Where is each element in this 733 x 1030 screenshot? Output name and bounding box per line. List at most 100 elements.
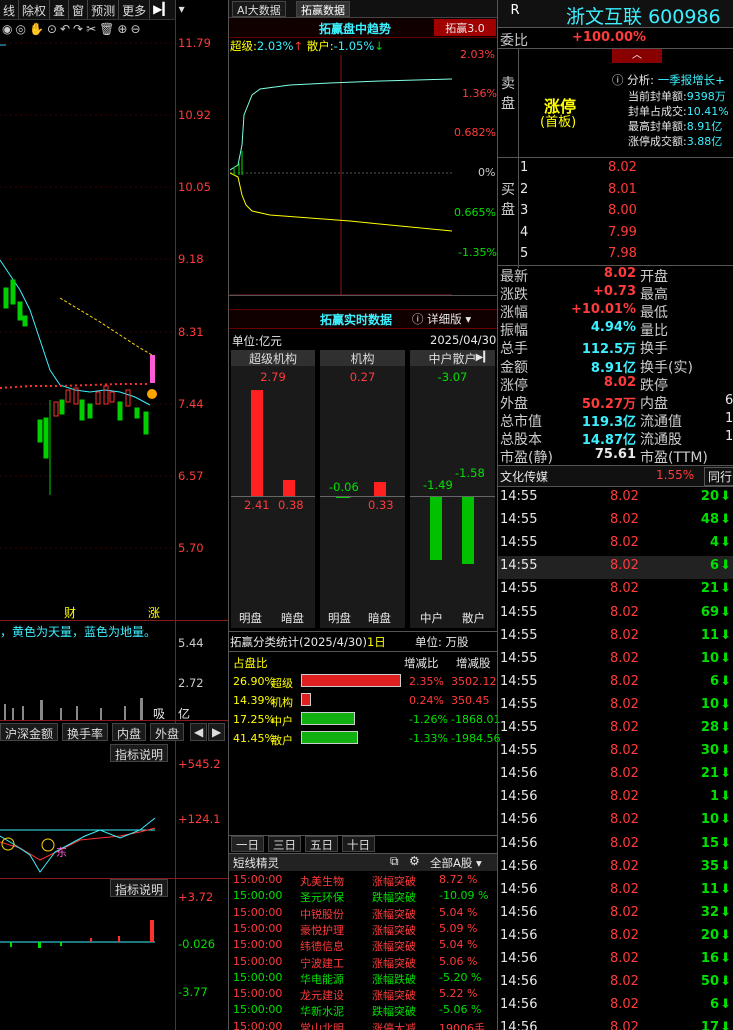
buy-label: 买盘 <box>501 182 515 218</box>
trend-chart[interactable] <box>230 55 452 295</box>
tab-5day[interactable]: 五日 <box>305 836 338 852</box>
toolbar-item-window[interactable]: 窗 <box>69 0 89 19</box>
tick-row[interactable]: 14:55 8.02 6 ⬇ <box>498 672 733 695</box>
shortline-row[interactable]: 15:00:00 圣元环保 跌幅突破 -10.09 % <box>231 888 497 904</box>
tick-row[interactable]: 14:56 8.02 21 ⬇ <box>498 764 733 787</box>
tick-row[interactable]: 14:55 8.02 10 ⬇ <box>498 695 733 718</box>
tab-scroll-left-icon[interactable]: ◀ <box>190 723 208 741</box>
shortline-row[interactable]: 15:00:00 华新水泥 跌幅突破 -5.06 % <box>231 1002 497 1018</box>
toolbar-item-overlay[interactable]: 叠 <box>50 0 70 19</box>
collapse-chevron-icon[interactable]: ︿ <box>612 49 662 63</box>
indicator-help-button[interactable]: 指标说明 <box>110 744 169 762</box>
toolbar-item-more[interactable]: 更多 <box>119 0 151 19</box>
peer-tab[interactable]: 同行 <box>704 467 733 486</box>
toolbar-item-line[interactable]: 线 <box>0 0 20 19</box>
tick-row[interactable]: 14:55 8.02 21 ⬇ <box>498 579 733 602</box>
undo-icon[interactable]: ↶ <box>60 22 70 40</box>
quote-key-right: 量比 <box>640 323 668 340</box>
scissors-icon[interactable]: ✂ <box>86 22 96 40</box>
shortline-row[interactable]: 15:00:00 豪悦护理 涨幅突破 5.09 % <box>231 921 497 937</box>
tick-row[interactable]: 14:56 8.02 11 ⬇ <box>498 880 733 903</box>
tick-row[interactable]: 14:56 8.02 20 ⬇ <box>498 926 733 949</box>
tab-turnover[interactable]: 换手率 <box>62 723 109 741</box>
shortline-row[interactable]: 15:00:00 中锐股份 涨幅突破 5.04 % <box>231 905 497 921</box>
tick-row[interactable]: 14:55 8.02 20 ⬇ <box>498 487 733 510</box>
tab-tuoying-data[interactable]: 拓赢数据 <box>296 1 350 17</box>
tick-row[interactable]: 14:56 8.02 16 ⬇ <box>498 949 733 972</box>
redo-icon[interactable]: ↷ <box>73 22 83 40</box>
play-icon[interactable]: ▶▎ <box>476 352 491 363</box>
tick-volume: 15 <box>700 835 719 851</box>
tick-row[interactable]: 14:56 8.02 50 ⬇ <box>498 972 733 995</box>
indicator-help-button-2[interactable]: 指标说明 <box>110 879 169 897</box>
kline-chart[interactable] <box>0 40 175 620</box>
bid-row[interactable]: 2 8.01 <box>520 182 733 202</box>
minus-circle-icon[interactable]: ⊖ <box>130 22 140 40</box>
bid-row[interactable]: 5 7.98 <box>520 246 733 266</box>
tick-row[interactable]: 14:56 8.02 32 ⬇ <box>498 903 733 926</box>
detail-toggle[interactable]: ⓘ 详细版 ▾ <box>412 311 471 327</box>
play-toggle-icon[interactable]: ▶▎ <box>150 0 176 19</box>
tab-ai-data[interactable]: AI大数据 <box>232 1 286 17</box>
pct-tick: 1.36% <box>462 87 497 100</box>
version-badge[interactable]: 拓赢3.0 <box>434 19 496 36</box>
quote-row: 涨跌 +0.73 最高 <box>500 284 733 303</box>
tick-row[interactable]: 14:55 8.02 4 ⬇ <box>498 533 733 556</box>
category-pct: -1.26% <box>409 713 448 726</box>
tick-row[interactable]: 14:56 8.02 6 ⬇ <box>498 995 733 1018</box>
tab-3day[interactable]: 三日 <box>268 836 301 852</box>
shortline-row[interactable]: 15:00:00 华电能源 涨幅跌破 -5.20 % <box>231 970 497 986</box>
shortline-row[interactable]: 15:00:00 龙元建设 涨幅突破 5.22 % <box>231 986 497 1002</box>
gear-icon[interactable]: ⚙ <box>409 854 420 868</box>
tab-inner[interactable]: 内盘 <box>112 723 147 741</box>
shortline-filter[interactable]: 全部A股 ▾ <box>430 855 482 871</box>
col-inst: 机构 0.27 -0.06 0.33 明盘 暗盘 <box>320 350 405 628</box>
tick-row[interactable]: 14:55 8.02 6 ⬇ <box>498 556 733 580</box>
tick-price: 8.02 <box>610 604 639 620</box>
pct-tick: 2.03% <box>460 48 495 61</box>
tick-row[interactable]: 14:55 8.02 48 ⬇ <box>498 510 733 533</box>
tab-10day[interactable]: 十日 <box>342 836 375 852</box>
shortline-row[interactable]: 15:00:00 丸美生物 涨幅突破 8.72 % <box>231 872 497 888</box>
tick-row[interactable]: 14:56 8.02 10 ⬇ <box>498 810 733 833</box>
eye-icon[interactable]: ◉ <box>2 22 12 40</box>
tick-row[interactable]: 14:55 8.02 10 ⬇ <box>498 649 733 672</box>
bar-inst-dark <box>374 482 386 496</box>
bid-row[interactable]: 1 8.02 <box>520 160 733 180</box>
tick-row[interactable]: 14:56 8.02 1 ⬇ <box>498 787 733 810</box>
expand-icon[interactable]: ⧉ <box>390 854 399 869</box>
plus-circle-icon[interactable]: ⊕ <box>117 22 127 40</box>
play-icon[interactable]: ⊙ <box>47 22 57 40</box>
bid-row[interactable]: 3 8.00 <box>520 203 733 223</box>
indicator-chart[interactable] <box>0 800 175 875</box>
bid-row[interactable]: 4 7.99 <box>520 225 733 245</box>
tab-scroll-right-icon[interactable]: ▶ <box>208 723 226 741</box>
col-chgpct-header: 增减比 <box>404 656 439 670</box>
tick-row[interactable]: 14:55 8.02 69 ⬇ <box>498 603 733 626</box>
tick-row[interactable]: 14:55 8.02 30 ⬇ <box>498 741 733 764</box>
eye-off-icon[interactable]: ◎ <box>15 22 25 40</box>
pct-tick: 0.682% <box>454 126 496 139</box>
finance-marker[interactable]: 财 <box>64 604 76 621</box>
shortline-stock: 纬德信息 <box>300 940 344 954</box>
tick-row[interactable]: 14:56 8.02 35 ⬇ <box>498 857 733 880</box>
tick-row[interactable]: 14:56 8.02 17 ⬇ <box>498 1018 733 1030</box>
shortline-row[interactable]: 15:00:00 宁波建工 涨幅突破 5.06 % <box>231 954 497 970</box>
toolbar-item-forecast[interactable]: 预测 <box>88 0 120 19</box>
tab-hs-amount[interactable]: 沪深金额 <box>0 723 59 741</box>
tick-row[interactable]: 14:55 8.02 11 ⬇ <box>498 626 733 649</box>
shortline-row[interactable]: 15:00:00 纬德信息 涨幅突破 5.04 % <box>231 937 497 953</box>
tab-outer[interactable]: 外盘 <box>150 723 185 741</box>
sector-name[interactable]: 文化传媒 <box>500 468 548 485</box>
category-shares: 3502.12 <box>451 675 497 688</box>
limit-marker[interactable]: 涨 <box>148 604 160 621</box>
tab-1day[interactable]: 一日 <box>231 836 264 852</box>
dropdown-chevron-icon[interactable]: ▾ <box>176 0 188 19</box>
toolbar-item-exright[interactable]: 除权 <box>19 0 51 19</box>
hand-icon[interactable]: ✋ <box>29 22 44 40</box>
tick-row[interactable]: 14:55 8.02 28 ⬇ <box>498 718 733 741</box>
ratio-value: +100.00% <box>572 30 647 45</box>
trash-icon[interactable]: 🗑 <box>99 22 114 40</box>
tick-row[interactable]: 14:56 8.02 15 ⬇ <box>498 834 733 857</box>
shortline-row[interactable]: 15:00:00 常山北明 涨停大减 19006手 <box>231 1019 497 1030</box>
